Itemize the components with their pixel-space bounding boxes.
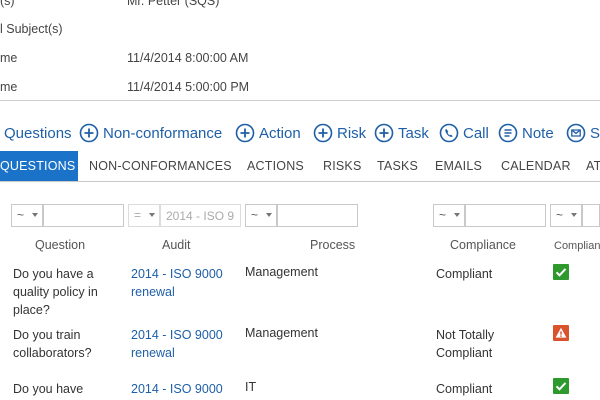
tab-calendar-label: CALENDAR: [501, 159, 571, 173]
add-call-button[interactable]: Call: [439, 119, 489, 147]
column-header-question[interactable]: Question: [35, 238, 85, 252]
warning-icon: [553, 325, 569, 341]
section-divider: [0, 100, 600, 101]
action-bar: Questions Non-conformance Action Risk Ta…: [0, 119, 600, 147]
detail-value: 11/4/2014 8:00:00 AM: [127, 51, 249, 65]
column-header-compliance[interactable]: Compliance: [450, 238, 516, 252]
compliance2-filter-field[interactable]: [583, 205, 599, 226]
process-cell: IT: [245, 380, 257, 394]
add-risk-button[interactable]: Risk: [313, 119, 366, 147]
operator-value: ~: [556, 208, 564, 222]
detail-row-subjects: l Subject(s): [0, 22, 600, 42]
add-risk-label: Risk: [337, 124, 367, 142]
chevron-down-icon: [266, 213, 272, 217]
add-nonconformance-label: Non-conformance: [103, 124, 223, 142]
tab-actions-label: ACTIONS: [247, 159, 304, 173]
plus-circle-icon: [79, 123, 99, 143]
process-filter-field[interactable]: [278, 205, 357, 226]
detail-value: 11/4/2014 5:00:00 PM: [127, 80, 250, 94]
column-header-compliance-status[interactable]: Complian: [554, 240, 600, 252]
phone-icon: [439, 123, 459, 143]
add-question-button[interactable]: Questions: [4, 119, 72, 147]
operator-value: ~: [439, 208, 447, 222]
tab-bar: QUESTIONS NON-CONFORMANCES ACTIONS RISKS…: [0, 151, 600, 182]
process-cell: Management: [245, 265, 318, 279]
send-email-label: Se: [590, 124, 600, 142]
detail-label: me: [0, 51, 18, 65]
operator-value: ~: [251, 208, 259, 222]
compliance-cell: Compliant: [436, 382, 493, 396]
tab-actions[interactable]: ACTIONS: [247, 151, 304, 181]
add-task-label: Task: [398, 124, 429, 142]
detail-label: (s): [0, 0, 15, 8]
compliance-filter-field[interactable]: [466, 205, 545, 226]
detail-row-end-time: me 11/4/2014 5:00:00 PM: [0, 80, 600, 100]
tab-tasks[interactable]: TASKS: [377, 151, 418, 181]
question-filter-operator[interactable]: ~: [11, 204, 43, 227]
process-filter-operator[interactable]: ~: [245, 204, 277, 227]
plus-circle-icon: [235, 123, 255, 143]
add-nonconformance-button[interactable]: Non-conformance: [79, 119, 222, 147]
question-cell: Do you have a quality policy in place?: [13, 267, 98, 317]
add-action-label: Action: [259, 124, 301, 142]
process-filter-input[interactable]: [277, 204, 358, 227]
audit-link[interactable]: 2014 - ISO 9000 renewal: [131, 265, 241, 301]
compliance-cell: Compliant: [436, 267, 493, 281]
column-header-audit[interactable]: Audit: [162, 238, 191, 252]
add-task-button[interactable]: Task: [374, 119, 429, 147]
tab-attachments-label: AT: [586, 159, 600, 173]
detail-label: me: [0, 80, 18, 94]
audit-link[interactable]: 2014 - ISO 9000: [131, 380, 241, 398]
add-note-label: Note: [522, 124, 554, 142]
add-action-button[interactable]: Action: [235, 119, 301, 147]
compliance-filter-operator[interactable]: ~: [433, 204, 465, 227]
detail-row-owner: (s) Mr. Petter (SQS): [0, 0, 600, 14]
detail-label: l Subject(s): [0, 22, 63, 36]
add-call-label: Call: [463, 124, 489, 142]
tab-attachments[interactable]: AT: [586, 151, 600, 181]
operator-value: ~: [17, 208, 25, 222]
compliance-filter-input[interactable]: [465, 204, 546, 227]
add-note-button[interactable]: Note: [498, 119, 554, 147]
check-icon: [553, 264, 569, 280]
send-email-button[interactable]: Se: [566, 119, 600, 147]
tab-questions[interactable]: QUESTIONS: [0, 151, 78, 181]
compliance2-filter-operator[interactable]: ~: [550, 204, 582, 227]
compliance-cell: Not Totally Compliant: [436, 328, 495, 360]
note-icon: [498, 123, 518, 143]
email-icon: [566, 123, 586, 143]
detail-row-start-time: me 11/4/2014 8:00:00 AM: [0, 51, 600, 71]
tab-tasks-label: TASKS: [377, 159, 419, 173]
audit-filter-field[interactable]: [161, 205, 240, 226]
operator-value: =: [134, 208, 142, 222]
tab-risks-label: RISKS: [323, 159, 362, 173]
tab-calendar[interactable]: CALENDAR: [501, 151, 571, 181]
chevron-down-icon: [32, 213, 38, 217]
process-cell: Management: [245, 326, 318, 340]
tab-questions-label: QUESTIONS: [0, 159, 76, 173]
question-filter-input[interactable]: [43, 204, 124, 227]
compliance2-filter-input[interactable]: [582, 204, 600, 227]
tab-nonconformances-label: NON-CONFORMANCES: [89, 159, 232, 173]
chevron-down-icon: [149, 213, 155, 217]
detail-value: Mr. Petter (SQS): [127, 0, 220, 8]
audit-filter-operator[interactable]: =: [128, 204, 160, 227]
tab-emails-label: EMAILS: [435, 159, 483, 173]
question-cell: Do you train collaborators?: [13, 328, 92, 360]
plus-circle-icon: [313, 123, 333, 143]
column-header-process[interactable]: Process: [310, 238, 355, 252]
check-icon: [553, 378, 569, 394]
question-filter-field[interactable]: [44, 205, 123, 226]
tab-emails[interactable]: EMAILS: [435, 151, 482, 181]
plus-circle-icon: [374, 123, 394, 143]
add-question-label: Questions: [4, 124, 72, 142]
question-cell: Do you have: [13, 382, 84, 396]
chevron-down-icon: [454, 213, 460, 217]
chevron-down-icon: [571, 213, 577, 217]
tab-risks[interactable]: RISKS: [323, 151, 362, 181]
audit-filter-input[interactable]: [160, 204, 241, 227]
audit-link[interactable]: 2014 - ISO 9000 renewal: [131, 326, 241, 362]
tab-nonconformances[interactable]: NON-CONFORMANCES: [89, 151, 232, 181]
